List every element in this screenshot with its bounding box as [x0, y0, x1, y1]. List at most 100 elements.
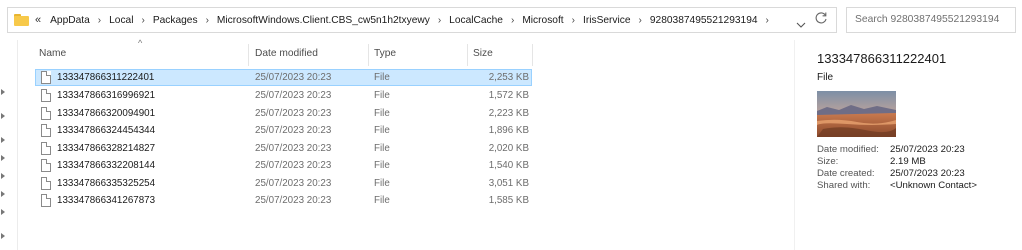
column-divider[interactable]	[532, 44, 533, 66]
file-name: 133347866335325254	[57, 178, 156, 189]
details-file-kind: File	[817, 72, 834, 83]
column-header-row: ^ Name Date modified Type Size	[35, 38, 535, 68]
file-row[interactable]: 133347866335325254 25/07/2023 20:23 File…	[35, 175, 532, 192]
details-properties: Date modified: 25/07/2023 20:23 Size: 2.…	[817, 144, 1017, 192]
column-header-date[interactable]: Date modified	[251, 40, 369, 68]
chevron-right-icon[interactable]: ›	[433, 15, 446, 26]
chevron-right-icon[interactable]: ›	[634, 15, 647, 26]
chevron-right-icon[interactable]: ›	[93, 15, 106, 26]
expand-arrow-icon[interactable]	[1, 191, 6, 197]
file-row[interactable]: 133347866320094901 25/07/2023 20:23 File…	[35, 105, 532, 122]
column-header-size[interactable]: Size	[469, 40, 532, 68]
file-type: File	[374, 125, 390, 136]
refresh-icon[interactable]	[813, 10, 829, 26]
file-icon	[41, 177, 51, 190]
expand-arrow-icon[interactable]	[1, 233, 6, 239]
file-icon	[41, 142, 51, 155]
file-size: 2,020 KB	[488, 143, 529, 154]
file-type: File	[374, 143, 390, 154]
expand-arrow-icon[interactable]	[1, 209, 6, 215]
breadcrumb-item[interactable]: LocalCache	[446, 15, 506, 26]
expand-arrow-icon[interactable]	[1, 173, 6, 179]
file-name: 133347866341267873	[57, 195, 156, 206]
details-title: 133347866311222401	[817, 51, 947, 66]
breadcrumb-item[interactable]: 9280387495521293194	[647, 15, 761, 26]
file-size: 3,051 KB	[488, 178, 529, 189]
property-value: 25/07/2023 20:23	[890, 144, 965, 155]
chevron-right-icon[interactable]: ›	[136, 15, 149, 26]
file-type: File	[374, 108, 390, 119]
column-header-name[interactable]: Name	[35, 40, 251, 68]
file-type: File	[374, 90, 390, 101]
chevron-right-icon[interactable]: ›	[567, 15, 580, 26]
column-divider[interactable]	[368, 44, 369, 66]
file-icon	[41, 159, 51, 172]
property-row: Date modified: 25/07/2023 20:23	[817, 144, 1017, 156]
chevron-right-icon[interactable]: ›	[761, 15, 774, 26]
breadcrumb: AppData › Local › Packages › MicrosoftWi…	[47, 15, 774, 26]
file-icon	[41, 71, 51, 84]
chevron-right-icon[interactable]: ›	[506, 15, 519, 26]
file-date: 25/07/2023 20:23	[255, 178, 332, 189]
breadcrumb-item[interactable]: Local	[106, 15, 136, 26]
chevron-down-icon[interactable]	[796, 20, 806, 30]
file-name: 133347866311222401	[57, 72, 155, 83]
file-list: ^ Name Date modified Type Size 133347866…	[35, 38, 795, 250]
file-row[interactable]: 133347866328214827 25/07/2023 20:23 File…	[35, 140, 532, 157]
file-date: 25/07/2023 20:23	[255, 195, 332, 206]
column-divider[interactable]	[467, 44, 468, 66]
file-date: 25/07/2023 20:23	[255, 72, 332, 83]
file-icon	[41, 89, 51, 102]
file-icon	[41, 124, 51, 137]
column-header-type[interactable]: Type	[370, 40, 470, 68]
breadcrumb-item[interactable]: Microsoft	[519, 15, 566, 26]
property-value: <Unknown Contact>	[890, 180, 977, 191]
file-name: 133347866328214827	[57, 143, 156, 154]
address-toolbar: « AppData › Local › Packages › Microsoft…	[0, 0, 1022, 40]
file-size: 1,572 KB	[488, 90, 529, 101]
file-date: 25/07/2023 20:23	[255, 90, 332, 101]
expand-arrow-icon[interactable]	[1, 155, 6, 161]
breadcrumb-item[interactable]: IrisService	[580, 15, 634, 26]
file-type: File	[374, 178, 390, 189]
address-bar[interactable]: « AppData › Local › Packages › Microsoft…	[7, 7, 837, 33]
file-date: 25/07/2023 20:23	[255, 160, 332, 171]
file-type: File	[374, 72, 390, 83]
expand-arrow-icon[interactable]	[1, 137, 6, 143]
preview-thumbnail	[817, 91, 896, 137]
file-row[interactable]: 133347866311222401 25/07/2023 20:23 File…	[35, 69, 532, 86]
folder-icon	[14, 14, 30, 26]
file-icon	[41, 194, 51, 207]
breadcrumb-overflow[interactable]: «	[35, 14, 41, 26]
file-icon	[41, 107, 51, 120]
search-input[interactable]: Search 9280387495521293194	[846, 7, 1016, 33]
expand-arrow-icon[interactable]	[1, 113, 6, 119]
file-type: File	[374, 160, 390, 171]
file-name: 133347866324454344	[57, 125, 156, 136]
file-row[interactable]: 133347866316996921 25/07/2023 20:23 File…	[35, 87, 532, 104]
file-row[interactable]: 133347866324454344 25/07/2023 20:23 File…	[35, 122, 532, 139]
property-value: 25/07/2023 20:23	[890, 168, 965, 179]
property-value: 2.19 MB	[890, 156, 926, 167]
file-size: 1,585 KB	[488, 195, 529, 206]
property-label: Shared with:	[817, 180, 871, 191]
file-row[interactable]: 133347866332208144 25/07/2023 20:23 File…	[35, 157, 532, 174]
file-row[interactable]: 133347866341267873 25/07/2023 20:23 File…	[35, 192, 532, 209]
file-name: 133347866320094901	[57, 108, 156, 119]
file-name: 133347866316996921	[57, 90, 156, 101]
file-size: 1,896 KB	[488, 125, 529, 136]
chevron-right-icon[interactable]: ›	[201, 15, 214, 26]
file-size: 2,223 KB	[488, 108, 529, 119]
breadcrumb-item[interactable]: Packages	[150, 15, 201, 26]
property-row: Date created: 25/07/2023 20:23	[817, 168, 1017, 180]
property-label: Size:	[817, 156, 839, 167]
column-divider[interactable]	[248, 44, 249, 66]
navigation-pane	[0, 40, 18, 250]
property-label: Date modified:	[817, 144, 879, 155]
breadcrumb-item[interactable]: MicrosoftWindows.Client.CBS_cw5n1h2txyew…	[214, 15, 433, 26]
file-size: 2,253 KB	[488, 72, 529, 83]
details-pane: 133347866311222401 File Date modified: 2…	[794, 40, 1022, 250]
expand-arrow-icon[interactable]	[1, 89, 6, 95]
property-label: Date created:	[817, 168, 875, 179]
breadcrumb-item[interactable]: AppData	[47, 15, 93, 26]
